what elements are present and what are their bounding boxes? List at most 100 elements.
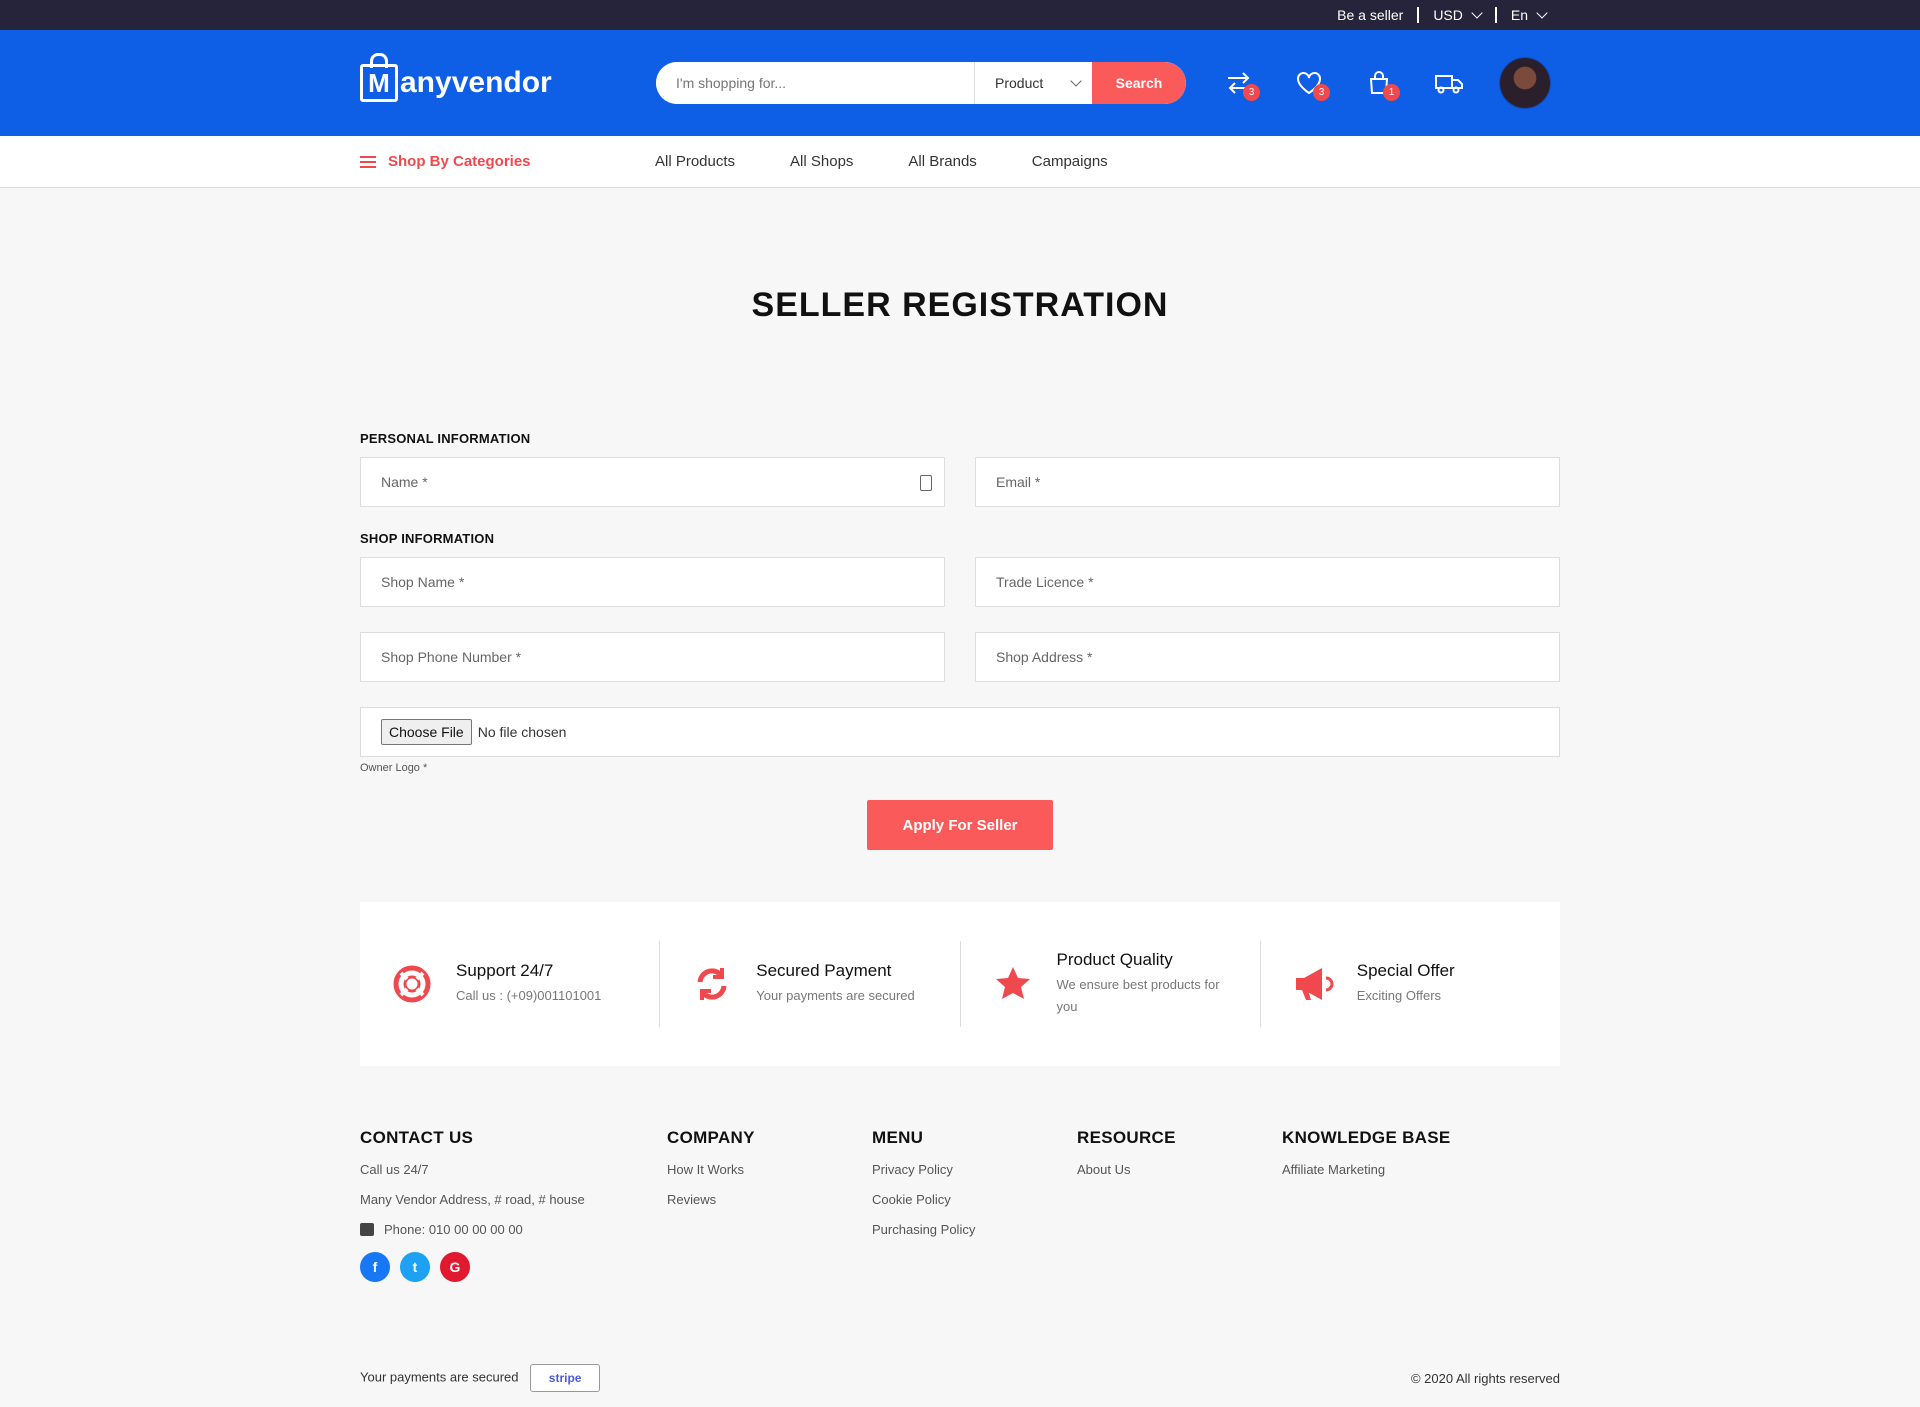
apply-for-seller-button[interactable]: Apply For Seller: [867, 800, 1053, 850]
refresh-icon: [690, 962, 734, 1006]
choose-file-button[interactable]: Choose File: [381, 719, 472, 745]
footer-company: COMPANY How It Works Reviews: [667, 1128, 872, 1282]
menu-icon: [360, 153, 376, 171]
footer-link-affiliate-marketing[interactable]: Affiliate Marketing: [1282, 1162, 1451, 1177]
wishlist-button[interactable]: 3: [1274, 63, 1344, 103]
chevron-down-icon: [1536, 7, 1548, 19]
page-title: SELLER REGISTRATION: [751, 286, 1169, 324]
seller-registration-form: PERSONAL INFORMATION Name * Email * SHOP…: [360, 431, 1560, 850]
payment-security: Your payments are secured stripe: [360, 1364, 601, 1392]
twitter-icon[interactable]: t: [400, 1252, 430, 1282]
features-strip: Support 24/7 Call us : (+09)001101001 Sec…: [360, 902, 1560, 1066]
feature-title: Secured Payment: [756, 961, 892, 980]
top-bar: Be a seller USD En: [0, 0, 1920, 30]
search-bar: Product Search: [656, 62, 1186, 104]
social-links: f t G: [360, 1252, 667, 1282]
footer-menu: MENU Privacy Policy Cookie Policy Purcha…: [872, 1128, 1077, 1282]
footer-contact: CONTACT US Call us 24/7 Many Vendor Addr…: [360, 1128, 667, 1282]
footer-link-purchasing-policy[interactable]: Purchasing Policy: [872, 1222, 1077, 1237]
name-field[interactable]: Name *: [360, 457, 945, 507]
logo-initial: M: [368, 67, 390, 98]
header: Manyvendor Product Search 3 3 1: [0, 30, 1920, 136]
megaphone-icon: [1291, 962, 1335, 1006]
compare-button[interactable]: 3: [1204, 63, 1274, 103]
avatar[interactable]: [1500, 58, 1550, 108]
footer-resource: RESOURCE About Us: [1077, 1128, 1282, 1282]
footer-heading: KNOWLEDGE BASE: [1282, 1128, 1451, 1147]
copyright: © 2020 All rights reserved: [1410, 1370, 1560, 1386]
nav-link-all-shops[interactable]: All Shops: [790, 153, 853, 170]
trade-licence-field[interactable]: Trade Licence *: [975, 557, 1560, 607]
search-category-select[interactable]: Product: [974, 62, 1092, 104]
cart-button[interactable]: 1: [1344, 63, 1414, 103]
google-icon[interactable]: G: [440, 1252, 470, 1282]
shop-name-field[interactable]: Shop Name *: [360, 557, 945, 607]
footer-heading: COMPANY: [667, 1128, 755, 1147]
footer-link-privacy-policy[interactable]: Privacy Policy: [872, 1162, 1077, 1177]
shop-phone-placeholder: Shop Phone Number *: [381, 649, 522, 665]
be-a-seller-label: Be a seller: [1337, 7, 1404, 23]
footer-heading: RESOURCE: [1077, 1128, 1176, 1147]
language-label: En: [1510, 7, 1528, 23]
search-category-label: Product: [995, 75, 1044, 91]
owner-logo-hint: Owner Logo *: [360, 762, 428, 774]
feature-support: Support 24/7 Call us : (+09)001101001: [360, 941, 661, 1027]
contact-card-icon: [920, 475, 932, 491]
currency-select[interactable]: USD: [1419, 7, 1495, 23]
categories-label: Shop By Categories: [388, 153, 531, 170]
shop-address-placeholder: Shop Address *: [996, 649, 1093, 665]
star-icon: [991, 962, 1035, 1006]
feature-special-offer: Special Offer Exciting Offers: [1261, 941, 1560, 1027]
chevron-down-icon: [1070, 75, 1082, 87]
footer-link-cookie-policy[interactable]: Cookie Policy: [872, 1192, 1077, 1207]
be-a-seller-link[interactable]: Be a seller: [1323, 7, 1417, 23]
shop-phone-field[interactable]: Shop Phone Number *: [360, 632, 945, 682]
email-field[interactable]: Email *: [975, 457, 1560, 507]
stripe-label: stripe: [548, 1371, 582, 1385]
main-content: SELLER REGISTRATION PERSONAL INFORMATION…: [360, 188, 1560, 1392]
email-placeholder: Email *: [996, 474, 1041, 490]
feature-secured-payment: Secured Payment Your payments are secured: [660, 941, 961, 1027]
language-select[interactable]: En: [1497, 7, 1560, 23]
feature-title: Special Offer: [1356, 961, 1455, 980]
truck-icon: [1435, 75, 1463, 94]
stripe-badge: stripe: [530, 1364, 601, 1392]
footer-knowledge-base: KNOWLEDGE BASE Affiliate Marketing: [1282, 1128, 1451, 1282]
search-button[interactable]: Search: [1092, 62, 1186, 104]
file-status: No file chosen: [477, 724, 567, 740]
feature-subtitle: Exciting Offers: [1356, 988, 1442, 1003]
footer: CONTACT US Call us 24/7 Many Vendor Addr…: [360, 1128, 1560, 1282]
header-icons: 3 3 1: [1204, 58, 1550, 108]
currency-label: USD: [1433, 7, 1463, 23]
footer-link-about-us[interactable]: About Us: [1077, 1162, 1282, 1177]
footer-link-reviews[interactable]: Reviews: [667, 1192, 872, 1207]
shop-name-placeholder: Shop Name *: [381, 574, 465, 590]
footer-address: Many Vendor Address, # road, # house: [360, 1192, 585, 1207]
payments-text: Your payments are secured: [360, 1369, 519, 1385]
footer-link-how-it-works[interactable]: How It Works: [667, 1162, 872, 1177]
logo[interactable]: Manyvendor: [360, 53, 660, 102]
cart-count-badge: 1: [1383, 84, 1400, 101]
main-nav: Shop By Categories All Products All Shop…: [0, 136, 1920, 188]
wishlist-count-badge: 3: [1313, 84, 1330, 101]
chevron-down-icon: [1471, 7, 1483, 19]
owner-logo-file-input: Choose File No file chosen: [360, 707, 1560, 757]
nav-link-all-products[interactable]: All Products: [655, 153, 735, 170]
logo-text: anyvendor: [400, 66, 552, 99]
nav-link-campaigns[interactable]: Campaigns: [1032, 153, 1108, 170]
feature-product-quality: Product Quality We ensure best products f…: [961, 941, 1261, 1027]
feature-title: Support 24/7: [456, 961, 554, 980]
feature-title: Product Quality: [1056, 950, 1173, 969]
nav-link-all-brands[interactable]: All Brands: [908, 153, 976, 170]
shop-by-categories-button[interactable]: Shop By Categories: [360, 153, 655, 171]
footer-heading: MENU: [872, 1128, 924, 1147]
search-input[interactable]: [656, 62, 974, 104]
name-placeholder: Name *: [381, 474, 428, 490]
lifebuoy-icon: [390, 962, 434, 1006]
track-order-button[interactable]: [1414, 63, 1484, 103]
facebook-icon[interactable]: f: [360, 1252, 390, 1282]
personal-information-heading: PERSONAL INFORMATION: [360, 431, 531, 446]
footer-bottom: Your payments are secured stripe © 2020 …: [360, 1364, 1560, 1392]
phone-text: Phone: 010 00 00 00 00: [384, 1222, 523, 1237]
shop-address-field[interactable]: Shop Address *: [975, 632, 1560, 682]
